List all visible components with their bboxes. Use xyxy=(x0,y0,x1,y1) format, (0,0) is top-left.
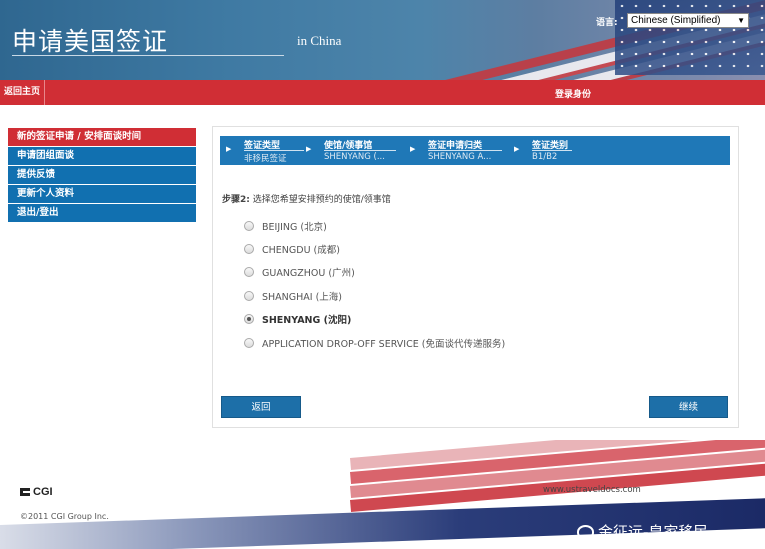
flag-banner-image xyxy=(405,0,765,80)
back-button[interactable]: 返回 xyxy=(221,396,301,418)
consulate-option-guangzhou[interactable]: GUANGZHOU (广州) xyxy=(244,265,355,279)
consulate-option-beijing[interactable]: BEIJING (北京) xyxy=(244,219,327,233)
page-title: 申请美国签证 xyxy=(12,27,169,56)
login-identity-label: 登录身份 xyxy=(555,90,592,100)
step-number: 步骤2: xyxy=(222,195,250,205)
dropdown-arrow-icon: ▼ xyxy=(737,16,745,25)
nav-item-feedback[interactable]: 提供反馈 xyxy=(8,166,196,185)
nav-item-logout[interactable]: 退出/登出 xyxy=(8,204,196,223)
copyright: ©2011 CGI Group Inc. xyxy=(20,512,109,521)
consulate-option-shanghai[interactable]: SHANGHAI (上海) xyxy=(244,289,342,303)
cgi-logo: CGI xyxy=(20,486,53,498)
nav-item-group-interview[interactable]: 申请团组面谈 xyxy=(8,147,196,166)
option-label: GUANGZHOU (广州) xyxy=(262,268,355,279)
step-divider xyxy=(244,150,304,151)
cgi-logo-icon xyxy=(20,488,30,496)
weibo-icon xyxy=(577,525,594,539)
option-label: APPLICATION DROP-OFF SERVICE (免面谈代传递服务) xyxy=(262,339,506,350)
watermark: 金征远-皇家移民 xyxy=(577,521,708,542)
language-select[interactable]: Chinese (Simplified) ▼ xyxy=(627,13,749,28)
step-value: 非移民签证 xyxy=(244,154,287,164)
language-label: 语言: xyxy=(596,18,618,28)
radio-button[interactable] xyxy=(244,291,254,301)
watermark-text: 金征远-皇家移民 xyxy=(598,523,709,541)
step-value: SHENYANG A... xyxy=(428,152,492,162)
page-subtitle: in China xyxy=(297,33,342,48)
step-chevron-icon: ▶ xyxy=(226,145,232,153)
step-visa-class: ▶ 签证类别 B1/B2 xyxy=(514,136,614,165)
title-divider xyxy=(12,55,284,56)
consulate-option-chengdu[interactable]: CHENGDU (成都) xyxy=(244,242,340,256)
option-label: BEIJING (北京) xyxy=(262,222,327,233)
continue-button[interactable]: 继续 xyxy=(649,396,728,418)
step-divider xyxy=(428,150,502,151)
step-chevron-icon: ▶ xyxy=(306,145,312,153)
radio-button[interactable] xyxy=(244,338,254,348)
nav-item-update-profile[interactable]: 更新个人资料 xyxy=(8,185,196,204)
option-label: CHENGDU (成都) xyxy=(262,245,340,256)
consulate-option-shenyang[interactable]: SHENYANG (沈阳) xyxy=(244,312,351,326)
step-divider xyxy=(532,150,572,151)
radio-button[interactable] xyxy=(244,221,254,231)
step-chevron-icon: ▶ xyxy=(410,145,416,153)
option-label: SHENYANG (沈阳) xyxy=(262,315,352,326)
footer-url-link[interactable]: www.ustraveldocs.com xyxy=(543,485,641,495)
step-chevron-icon: ▶ xyxy=(514,145,520,153)
radio-button-selected[interactable] xyxy=(244,314,254,324)
step-category: ▶ 签证申请归类 SHENYANG A... xyxy=(410,136,510,165)
cgi-logo-text: CGI xyxy=(33,486,53,498)
step-progress-bar: ▶ 签证类型 非移民签证 ▶ 使馆/领事馆 SHENYANG (... ▶ 签证… xyxy=(220,136,730,165)
language-select-value: Chinese (Simplified) xyxy=(631,15,721,26)
home-link[interactable]: 返回主页 xyxy=(0,80,46,105)
step-instruction: 选择您希望安排预约的使馆/领事馆 xyxy=(252,195,391,205)
nav-item-new-application[interactable]: 新的签证申请 / 安排面谈时间 xyxy=(8,128,196,147)
left-nav: 新的签证申请 / 安排面谈时间 申请团组面谈 提供反馈 更新个人资料 退出/登出 xyxy=(8,128,196,223)
step-prompt: 步骤2: 选择您希望安排预约的使馆/领事馆 xyxy=(222,192,391,205)
step-divider xyxy=(324,150,396,151)
radio-button[interactable] xyxy=(244,267,254,277)
option-label: SHANGHAI (上海) xyxy=(262,292,343,303)
step-value: SHENYANG (... xyxy=(324,152,385,162)
radio-button[interactable] xyxy=(244,244,254,254)
step-value: B1/B2 xyxy=(532,152,558,162)
consulate-option-dropoff[interactable]: APPLICATION DROP-OFF SERVICE (免面谈代传递服务) xyxy=(244,336,505,350)
step-consulate: ▶ 使馆/领事馆 SHENYANG (... xyxy=(306,136,406,165)
top-nav-bar xyxy=(0,80,765,105)
